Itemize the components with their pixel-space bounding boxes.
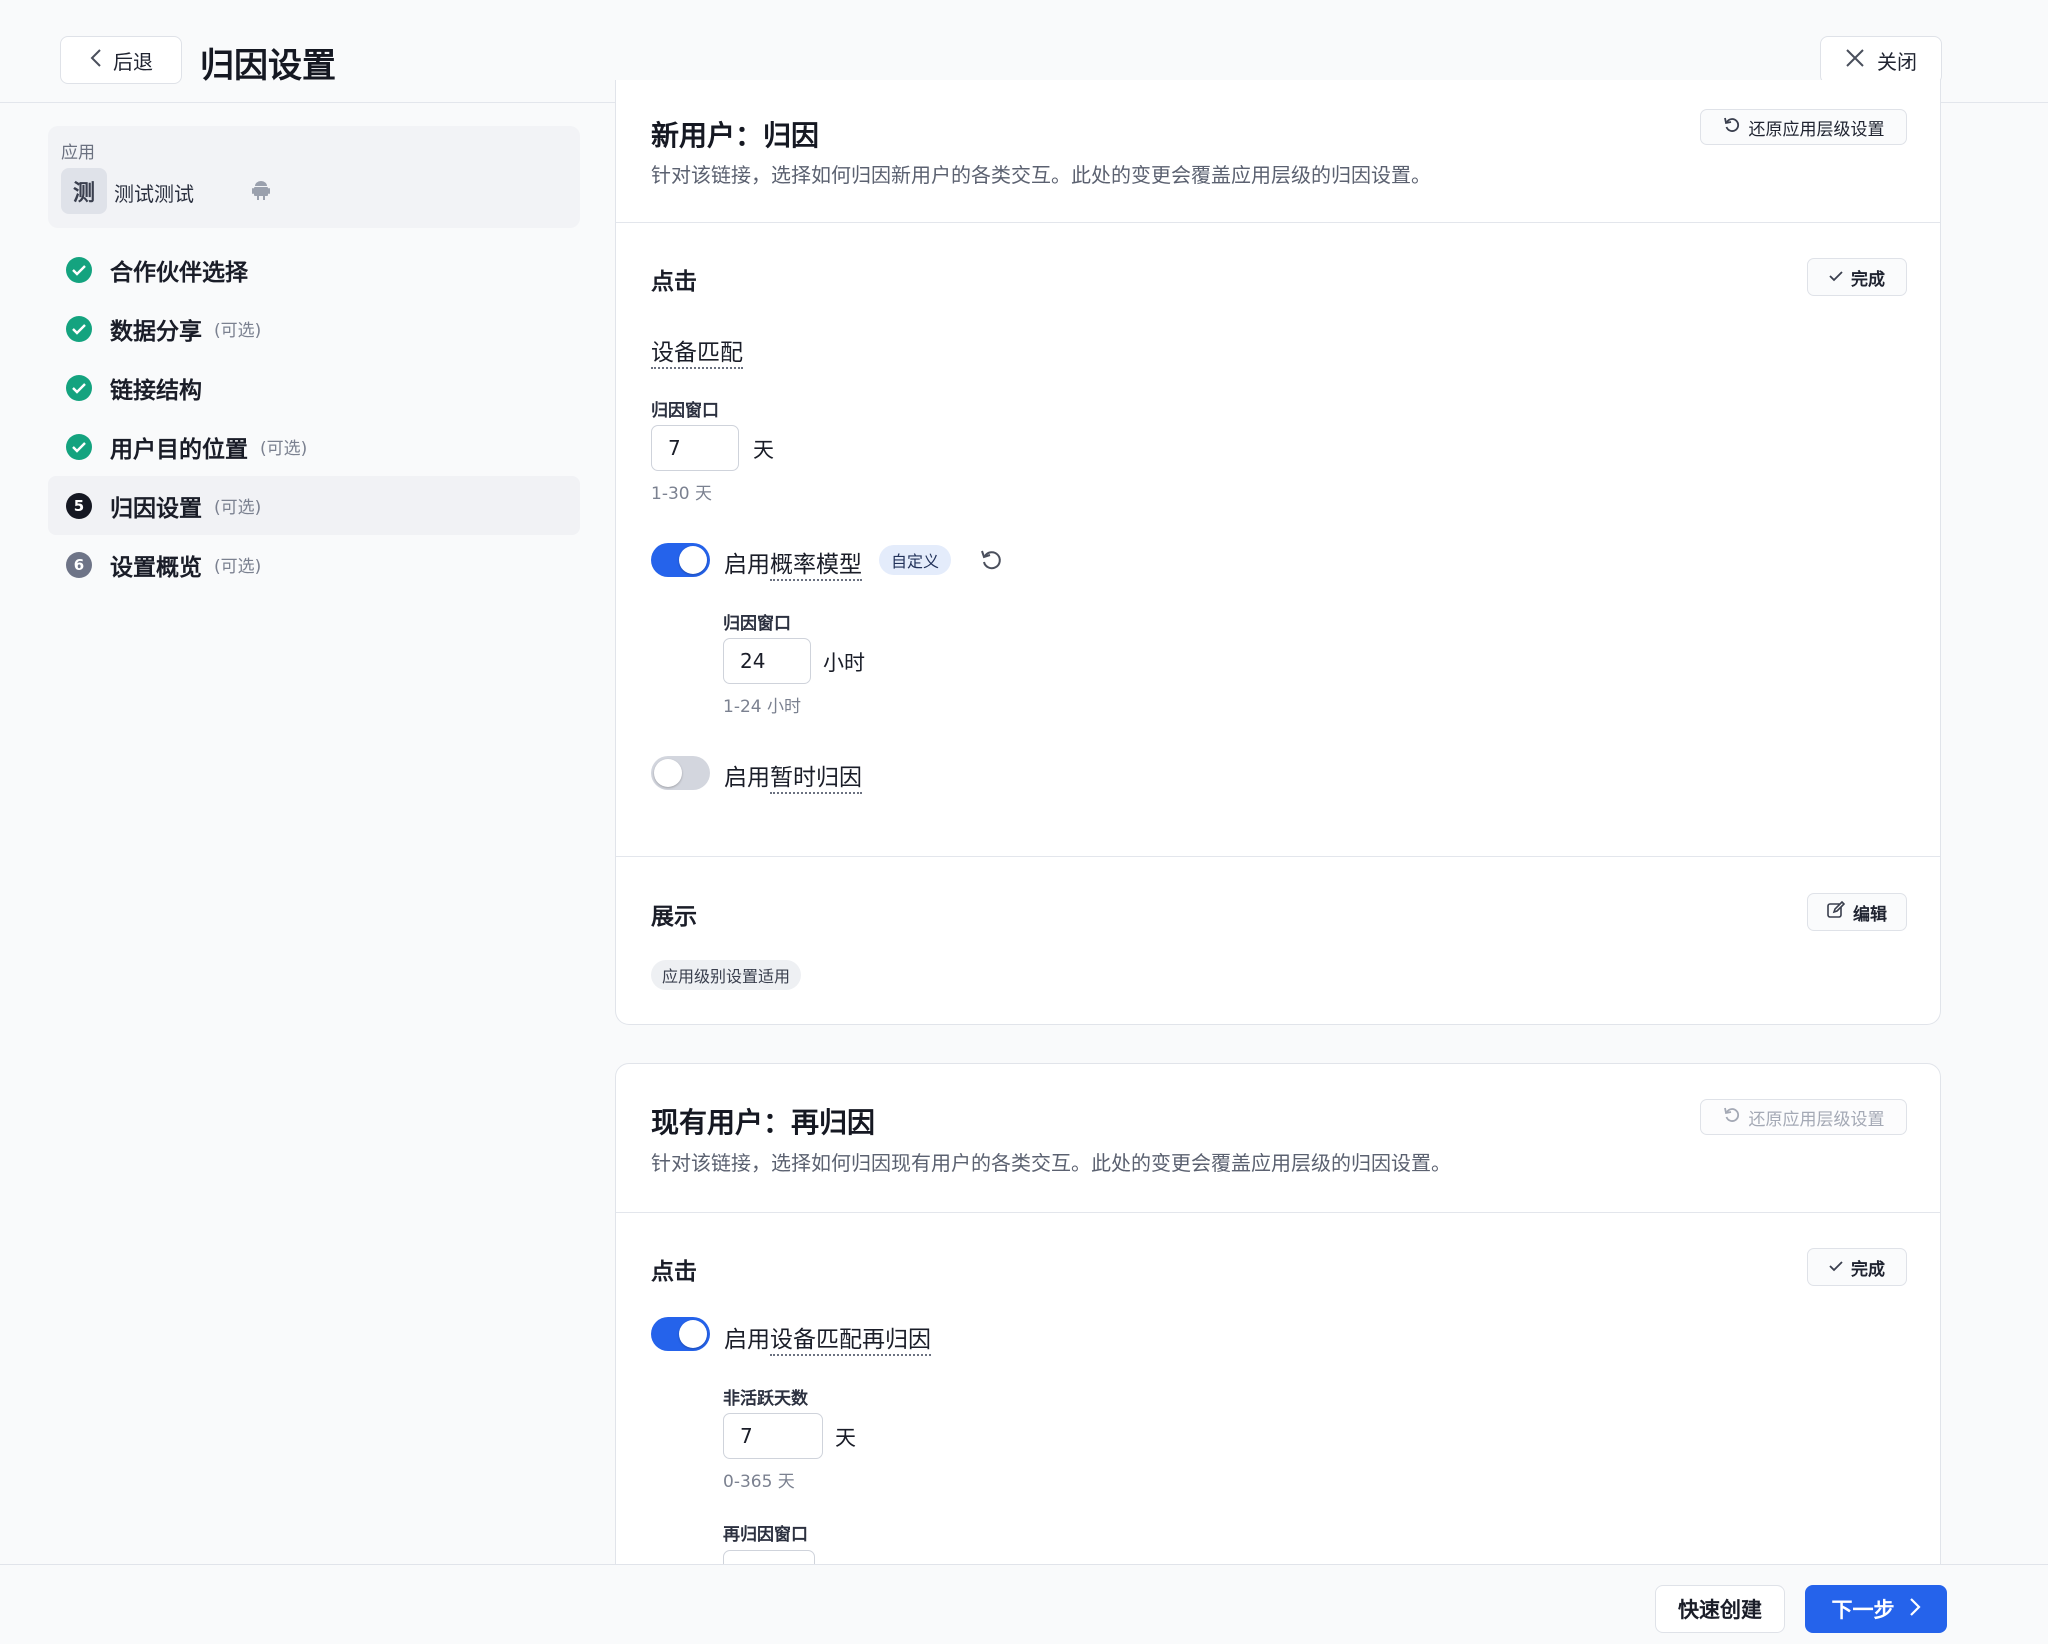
check-circle-icon [66, 315, 92, 342]
step-label: 合作伙伴选择 [110, 259, 248, 286]
inactive-days-label: 非活跃天数 [723, 1389, 808, 1409]
done-label: 完成 [1851, 1259, 1885, 1280]
probabilistic-model-toggle[interactable] [651, 543, 710, 577]
divider [616, 856, 1940, 857]
close-label: 关闭 [1877, 49, 1917, 74]
probabilistic-model-label: 启用概率模型 [724, 545, 862, 581]
prob-window-input[interactable] [723, 638, 811, 684]
check-icon [1829, 1257, 1843, 1277]
click-section-title: 点击 [651, 269, 697, 295]
existing-user-title: 现有用户：再归因 [651, 1106, 876, 1139]
divider [616, 1212, 1940, 1213]
step-optional: (可选) [214, 498, 262, 518]
new-user-description: 针对该链接，选择如何归因新用户的各类交互。此处的变更会覆盖应用层级的归因设置。 [651, 163, 1431, 187]
view-section-title: 展示 [651, 904, 697, 930]
restore-app-settings-button[interactable]: 还原应用层级设置 [1700, 1099, 1907, 1135]
step-optional: (可选) [214, 321, 262, 341]
existing-user-card: 现有用户：再归因 针对该链接，选择如何归因现有用户的各类交互。此处的变更会覆盖应… [615, 1063, 1941, 1644]
prob-window-hint: 1-24 小时 [723, 697, 801, 717]
step-number-icon: 5 [66, 492, 92, 519]
step-label: 用户目的位置 [110, 436, 248, 463]
inactive-days-hint: 0-365 天 [723, 1472, 795, 1492]
chevron-right-icon [1909, 1597, 1921, 1622]
restore-label: 还原应用层级设置 [1748, 1109, 1885, 1130]
done-label: 完成 [1851, 269, 1885, 290]
new-user-title: 新用户：归因 [651, 119, 820, 152]
window-hint: 1-30 天 [651, 484, 712, 504]
footer-bar: 快速创建 下一步 [0, 1564, 2048, 1644]
inactive-days-input[interactable] [723, 1413, 823, 1459]
app-level-settings-pill: 应用级别设置适用 [651, 960, 802, 990]
android-icon [252, 180, 270, 204]
close-button[interactable]: 关闭 [1820, 36, 1942, 84]
new-user-card: 新用户：归因 针对该链接，选择如何归因新用户的各类交互。此处的变更会覆盖应用层级… [615, 80, 1941, 1025]
app-label: 应用 [61, 143, 95, 163]
reset-icon[interactable] [979, 548, 1003, 576]
undo-icon [1723, 116, 1741, 139]
check-circle-icon [66, 374, 92, 401]
temporary-attribution-toggle[interactable] [651, 756, 710, 790]
step-optional: (可选) [214, 557, 262, 577]
device-match-label: 设备匹配 [651, 333, 743, 369]
check-icon [1829, 267, 1843, 287]
done-button[interactable]: 完成 [1807, 1248, 1907, 1286]
temporary-attribution-label: 启用暂时归因 [724, 758, 862, 794]
reattribution-window-label: 再归因窗口 [723, 1525, 808, 1545]
prob-window-label: 归因窗口 [723, 614, 791, 634]
next-step-button[interactable]: 下一步 [1805, 1585, 1947, 1633]
divider [616, 222, 1940, 223]
step-partner-selection[interactable]: 合作伙伴选择 [48, 240, 580, 299]
restore-app-settings-button[interactable]: 还原应用层级设置 [1700, 109, 1907, 145]
existing-user-description: 针对该链接，选择如何归因现有用户的各类交互。此处的变更会覆盖应用层级的归因设置。 [651, 1151, 1451, 1175]
click-section-title: 点击 [651, 1259, 697, 1285]
back-button[interactable]: 后退 [60, 36, 182, 84]
undo-icon [1723, 1106, 1741, 1129]
window-unit: 天 [753, 438, 774, 462]
app-name: 测试测试 [114, 182, 194, 206]
close-icon [1845, 48, 1865, 73]
step-number-icon: 6 [66, 551, 92, 578]
step-data-sharing[interactable]: 数据分享 (可选) [48, 299, 580, 358]
inactive-days-unit: 天 [835, 1426, 856, 1450]
done-button[interactable]: 完成 [1807, 258, 1907, 296]
step-settings-overview[interactable]: 6 设置概览 (可选) [48, 535, 580, 594]
attribution-window-input[interactable] [651, 425, 739, 471]
step-attribution-settings[interactable]: 5 归因设置 (可选) [48, 476, 580, 535]
window-label: 归因窗口 [651, 401, 719, 421]
prob-window-unit: 小时 [823, 651, 865, 675]
step-link-structure[interactable]: 链接结构 [48, 358, 580, 417]
edit-label: 编辑 [1853, 904, 1887, 925]
device-match-reattribution-label: 启用设备匹配再归因 [724, 1320, 931, 1356]
step-label: 设置概览 [110, 554, 202, 581]
step-list: 合作伙伴选择 数据分享 (可选) 链接结构 用户目的位置 (可选) 5 归因设置… [48, 240, 580, 594]
step-label: 归因设置 [110, 495, 202, 522]
step-label: 链接结构 [110, 377, 202, 404]
check-circle-icon [66, 433, 92, 460]
step-label: 数据分享 [110, 318, 202, 345]
back-label: 后退 [113, 49, 153, 74]
edit-icon [1827, 900, 1846, 924]
device-match-reattribution-toggle[interactable] [651, 1317, 710, 1351]
app-avatar: 测 [61, 168, 107, 214]
quick-create-button[interactable]: 快速创建 [1655, 1585, 1785, 1633]
edit-button[interactable]: 编辑 [1807, 893, 1907, 931]
page-title: 归因设置 [200, 46, 336, 86]
step-optional: (可选) [260, 439, 308, 459]
chevron-left-icon [89, 48, 103, 73]
restore-label: 还原应用层级设置 [1748, 119, 1885, 140]
custom-badge: 自定义 [879, 545, 952, 575]
next-label: 下一步 [1831, 1598, 1895, 1622]
app-info: 应用 测 测试测试 [48, 126, 580, 228]
step-user-destination[interactable]: 用户目的位置 (可选) [48, 417, 580, 476]
check-circle-icon [66, 256, 92, 283]
